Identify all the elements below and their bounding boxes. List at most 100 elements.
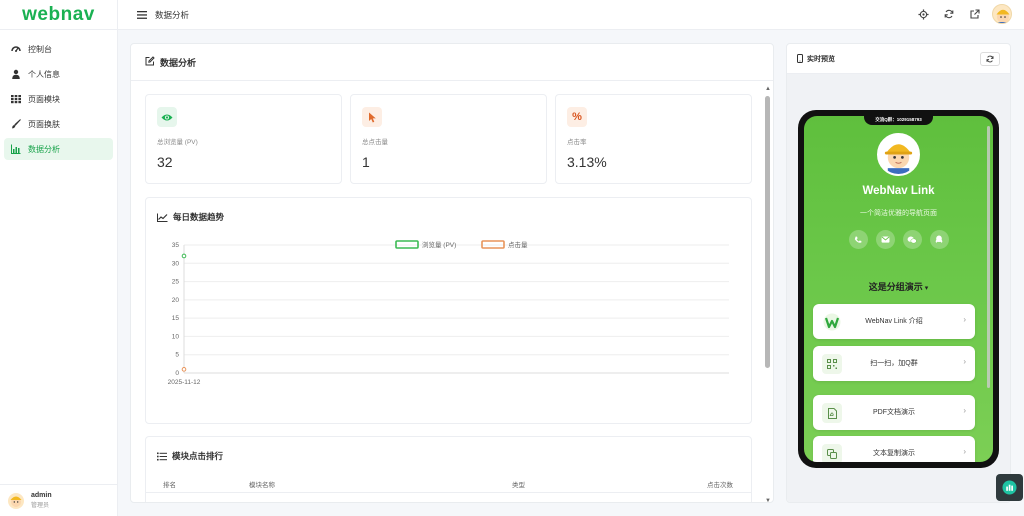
profile-avatar [877, 133, 920, 176]
profile-desc: 一个简洁优雅的导航页面 [860, 210, 937, 217]
preview-title: 实时预览 [807, 55, 835, 63]
user-name: admin [31, 492, 52, 499]
pointer-icon [362, 107, 382, 127]
header-actions [904, 4, 1012, 24]
y-tick-label: 20 [172, 297, 180, 304]
sidebar-item-analytics[interactable]: 数据分析 [4, 138, 113, 160]
stats-widget-icon [1002, 480, 1017, 495]
rank-title-text: 模块点击排行 [172, 451, 224, 461]
analytics-panel: 数据分析 ▲ ▼ 总浏览量 (PV) 32 总点击量 1 % 点击率 3.13% [130, 43, 774, 503]
sidebar-item-theme[interactable]: 页面换肤 [4, 113, 113, 135]
trend-line-chart: 35 30 25 20 15 10 5 0 2025-11-12 浏览量 (PV) 点击量 [168, 240, 729, 386]
trend-chart-card: 每日数据趋势 35 30 25 20 15 10 5 0 2025-11-12 浏览量 (PV) 点… [145, 197, 752, 424]
stat-card-pv: 总浏览量 (PV) 32 [145, 94, 342, 184]
link-card[interactable]: PDF文档演示 › [813, 395, 975, 430]
current-user[interactable]: admin 管理员 [0, 484, 117, 516]
sidebar-item-dashboard[interactable]: 控制台 [4, 38, 113, 60]
x-tick-label: 2025-11-12 [168, 379, 201, 386]
phone-scrollbar[interactable] [987, 126, 990, 388]
user-role: 管理员 [31, 503, 50, 509]
sidebar: webnav 控制台 个人信息 页面模块 页面换肤 数据分析 admin 管理员 [0, 0, 118, 516]
sidebar-item-modules[interactable]: 页面模块 [4, 88, 113, 110]
y-tick-label: 0 [175, 370, 179, 377]
y-tick-label: 25 [172, 279, 180, 286]
link-label: PDF文档演示 [873, 409, 915, 416]
stat-value: 3.13% [567, 154, 607, 170]
chevron-down-icon: ▾ [922, 285, 929, 292]
module-rank-card: 模块点击排行 排名 模块名称 类型 点击次数 [145, 436, 752, 502]
link-label: 扫一扫，加Q群 [870, 360, 918, 367]
list-icon [157, 452, 167, 461]
chevron-right-icon: › [963, 315, 966, 324]
y-tick-label: 35 [172, 242, 180, 249]
link-group-title[interactable]: 这是分组演示 ▾ [804, 280, 993, 293]
mobile-icon [797, 54, 803, 63]
legend-label: 浏览量 (PV) [422, 240, 456, 249]
social-links [804, 230, 993, 249]
settings-icon[interactable] [916, 7, 930, 21]
brand-logo[interactable]: webnav [0, 0, 117, 30]
grid-icon [11, 94, 21, 104]
email-icon[interactable] [875, 230, 895, 249]
scroll-up-icon[interactable]: ▲ [765, 86, 771, 92]
scroll-down-icon[interactable]: ▼ [765, 498, 771, 502]
refresh-icon[interactable] [942, 7, 956, 21]
phone-screen[interactable]: 交流Q群：1029158793 WebNav Link 一个简洁优雅的导航页面 … [804, 116, 993, 462]
y-tick-label: 15 [172, 315, 180, 322]
phone-icon[interactable] [848, 230, 868, 249]
wechat-icon[interactable] [902, 230, 922, 249]
link-card[interactable]: 文本复制演示 › [813, 436, 975, 462]
logo-text: webnav [22, 3, 95, 25]
qq-icon[interactable] [929, 230, 949, 249]
sidebar-item-label: 数据分析 [28, 144, 60, 154]
y-tick-label: 30 [172, 260, 180, 267]
phone-notch: 交流Q群：1029158793 [864, 116, 933, 125]
menu-toggle-button[interactable] [135, 8, 149, 22]
column-header-module[interactable]: 模块名称 [249, 479, 275, 489]
link-card[interactable]: 扫一扫，加Q群 › [813, 346, 975, 381]
sidebar-nav: 控制台 个人信息 页面模块 页面换肤 数据分析 [0, 30, 117, 160]
stat-card-ctr: % 点击率 3.13% [555, 94, 752, 184]
floating-stats-button[interactable] [996, 474, 1023, 501]
scrollbar-thumb[interactable] [765, 96, 770, 368]
rank-table-header: 排名 模块名称 类型 点击次数 [146, 475, 751, 493]
stat-label: 总点击量 [362, 139, 388, 146]
preview-header: 实时预览 [787, 44, 1010, 74]
sidebar-item-profile[interactable]: 个人信息 [4, 63, 113, 85]
panel-title: 数据分析 [160, 57, 197, 68]
stat-value: 32 [157, 154, 173, 170]
sidebar-item-label: 页面换肤 [28, 119, 60, 129]
phone-mockup: 交流Q群：1029158793 WebNav Link 一个简洁优雅的导航页面 … [798, 110, 999, 468]
y-tick-label: 10 [172, 333, 180, 340]
panel-scrollbar[interactable]: ▲ ▼ [765, 86, 771, 502]
page-title: 数据分析 [155, 9, 190, 20]
dashboard-icon [11, 44, 21, 54]
avatar[interactable] [992, 4, 1012, 24]
brush-icon [11, 119, 21, 129]
column-header-rank[interactable]: 排名 [163, 479, 176, 489]
column-header-type[interactable]: 类型 [512, 479, 525, 489]
chart-icon [11, 144, 21, 154]
rank-card-title: 模块点击排行 [157, 450, 223, 462]
link-label: WebNav Link 介绍 [865, 318, 923, 325]
stat-label: 点击率 [567, 139, 587, 146]
profile-name: WebNav Link [862, 185, 935, 197]
refresh-icon [986, 55, 994, 63]
chevron-right-icon: › [963, 447, 966, 456]
external-link-icon[interactable] [968, 7, 982, 21]
stat-value: 1 [362, 154, 370, 170]
legend-label: 点击量 [508, 240, 528, 249]
chevron-right-icon: › [963, 406, 966, 415]
eye-icon [157, 107, 177, 127]
link-card[interactable]: WebNav Link 介绍 › [813, 304, 975, 339]
data-point [181, 367, 187, 372]
top-header: 数据分析 [118, 0, 1024, 30]
percent-icon: % [567, 107, 587, 127]
link-label: 文本复制演示 [873, 450, 915, 457]
sidebar-item-label: 控制台 [28, 44, 52, 54]
sidebar-item-label: 页面模块 [28, 94, 60, 104]
preview-refresh-button[interactable] [980, 52, 1000, 66]
column-header-clicks[interactable]: 点击次数 [707, 479, 733, 489]
edit-icon [145, 55, 155, 69]
y-tick-label: 5 [175, 352, 179, 359]
